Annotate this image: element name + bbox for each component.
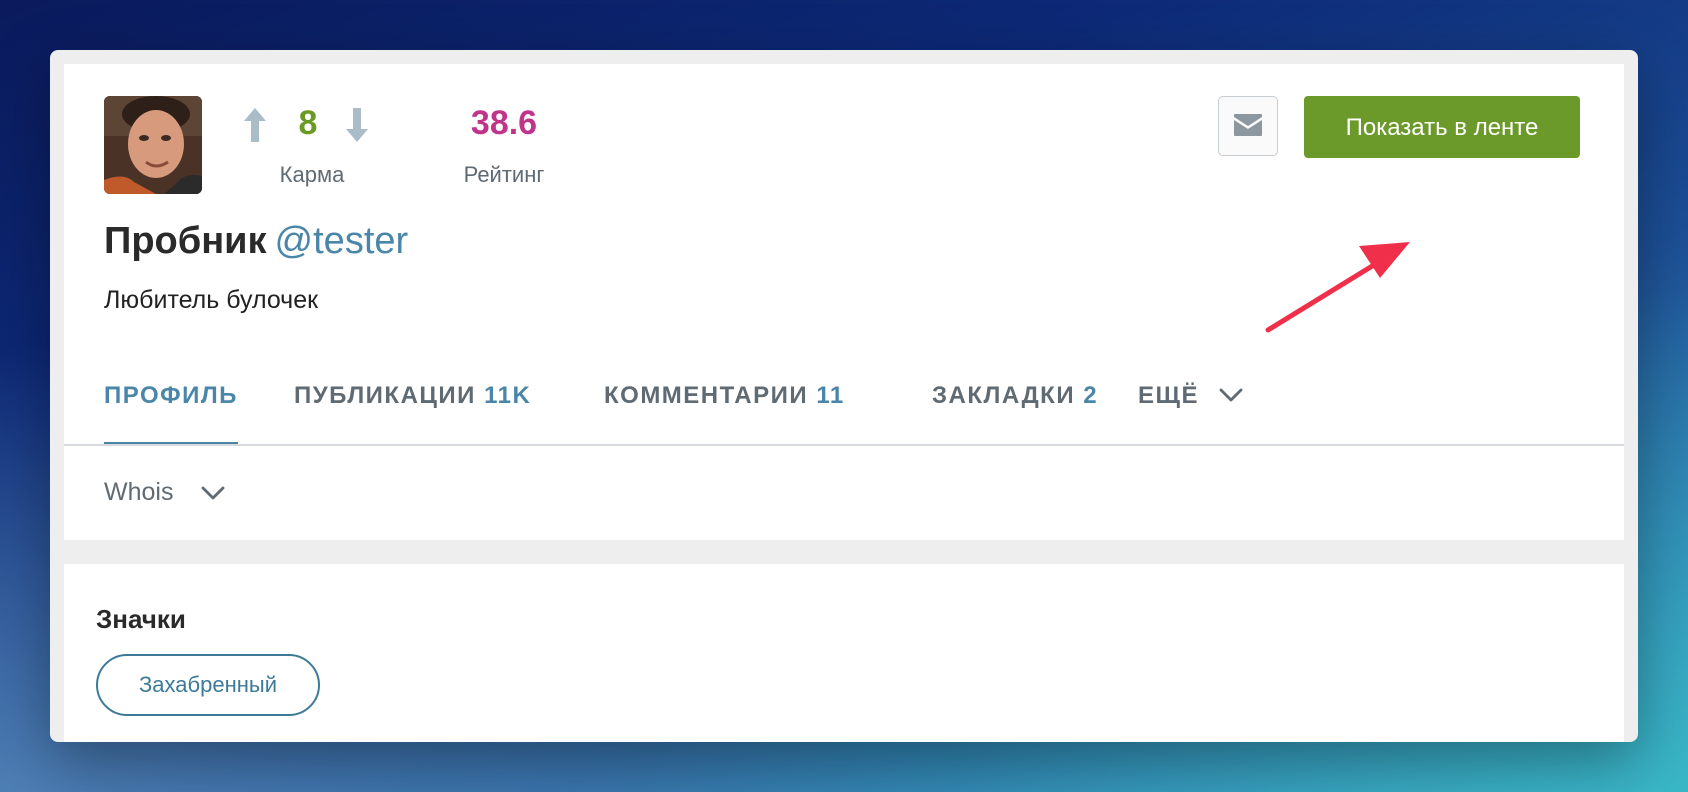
tab-more[interactable]: ЕЩЁ [1138, 382, 1243, 442]
mail-icon [1234, 114, 1262, 136]
user-name-line: Пробник @tester [104, 220, 408, 263]
badges-title: Значки [96, 604, 186, 634]
profile-header-card: 8 Карма 38.6 Рейтинг Пробник @tester Люби… [64, 64, 1624, 540]
tab-profile-label: ПРОФИЛЬ [104, 382, 238, 409]
user-nickname[interactable]: @tester [275, 220, 409, 262]
profile-window: 8 Карма 38.6 Рейтинг Пробник @tester Люби… [50, 50, 1638, 742]
tab-publications-label: ПУБЛИКАЦИИ [294, 382, 476, 409]
tab-comments-count: 11 [816, 382, 845, 409]
karma-value: 8 [298, 104, 318, 142]
chevron-down-icon [1219, 388, 1243, 402]
badge-item[interactable]: Захабренный [96, 654, 320, 716]
chevron-down-icon [201, 486, 225, 500]
tab-bookmarks[interactable]: ЗАКЛАДКИ 2 [932, 382, 1098, 442]
user-bio: Любитель булочек [104, 286, 319, 314]
tab-bookmarks-label: ЗАКЛАДКИ [932, 382, 1076, 409]
tab-comments-label: КОММЕНТАРИИ [604, 382, 809, 409]
karma-block: 8 Карма [242, 104, 382, 194]
show-in-feed-button[interactable]: Показать в ленте [1304, 96, 1580, 158]
avatar[interactable] [104, 96, 202, 194]
rating-value: 38.6 [470, 104, 538, 142]
tabs-divider [64, 444, 1624, 446]
send-message-button[interactable] [1218, 96, 1278, 156]
karma-label: Карма [279, 162, 345, 187]
tab-bookmarks-count: 2 [1083, 382, 1099, 409]
karma-downvote-icon[interactable] [344, 106, 370, 144]
tab-comments[interactable]: КОММЕНТАРИИ 11 [604, 382, 845, 442]
karma-upvote-icon[interactable] [242, 106, 268, 144]
tab-more-label: ЕЩЁ [1138, 382, 1200, 409]
badges-card: Значки Захабренный [64, 564, 1624, 742]
avatar-image [104, 96, 202, 194]
tab-profile[interactable]: ПРОФИЛЬ [104, 382, 238, 446]
whois-toggle[interactable]: Whois [104, 478, 225, 507]
tab-publications-count: 11K [484, 382, 532, 409]
annotation-arrow-icon [1265, 242, 1410, 333]
rating-label: Рейтинг [463, 162, 545, 187]
tab-publications[interactable]: ПУБЛИКАЦИИ 11K [294, 382, 531, 442]
whois-label: Whois [104, 478, 174, 506]
rating-block: 38.6 Рейтинг [444, 104, 564, 194]
user-name: Пробник [104, 220, 267, 262]
